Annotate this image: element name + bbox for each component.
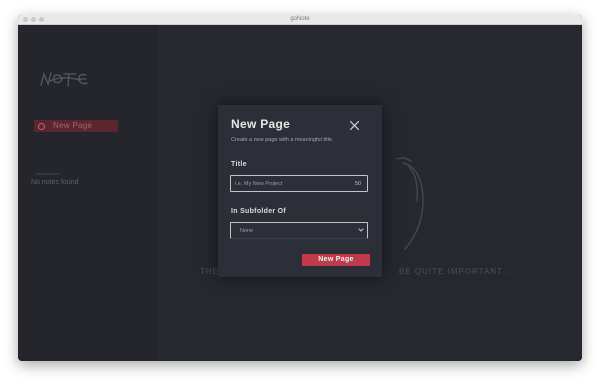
new-page-dialog: New Page Create a new page with a meanin…: [218, 105, 382, 277]
chevron-down-icon: [358, 228, 364, 232]
app-window: goNote New Page Recent notes No notes fo…: [18, 15, 582, 361]
window-title: goNote: [290, 16, 310, 22]
close-icon[interactable]: [349, 120, 360, 131]
dialog-title: New Page: [231, 117, 291, 131]
subfolder-select[interactable]: None: [230, 222, 368, 239]
title-input[interactable]: [230, 175, 368, 192]
subfolder-select-value: None: [240, 228, 254, 234]
title-character-counter: 50: [355, 181, 362, 187]
create-page-button[interactable]: New Page: [302, 254, 370, 266]
dialog-subtitle: Create a new page with a meaningful titl…: [231, 137, 334, 143]
subfolder-field-label: In Subfolder Of: [231, 208, 287, 215]
title-bar: goNote: [18, 15, 582, 25]
title-field-label: Title: [231, 161, 247, 168]
